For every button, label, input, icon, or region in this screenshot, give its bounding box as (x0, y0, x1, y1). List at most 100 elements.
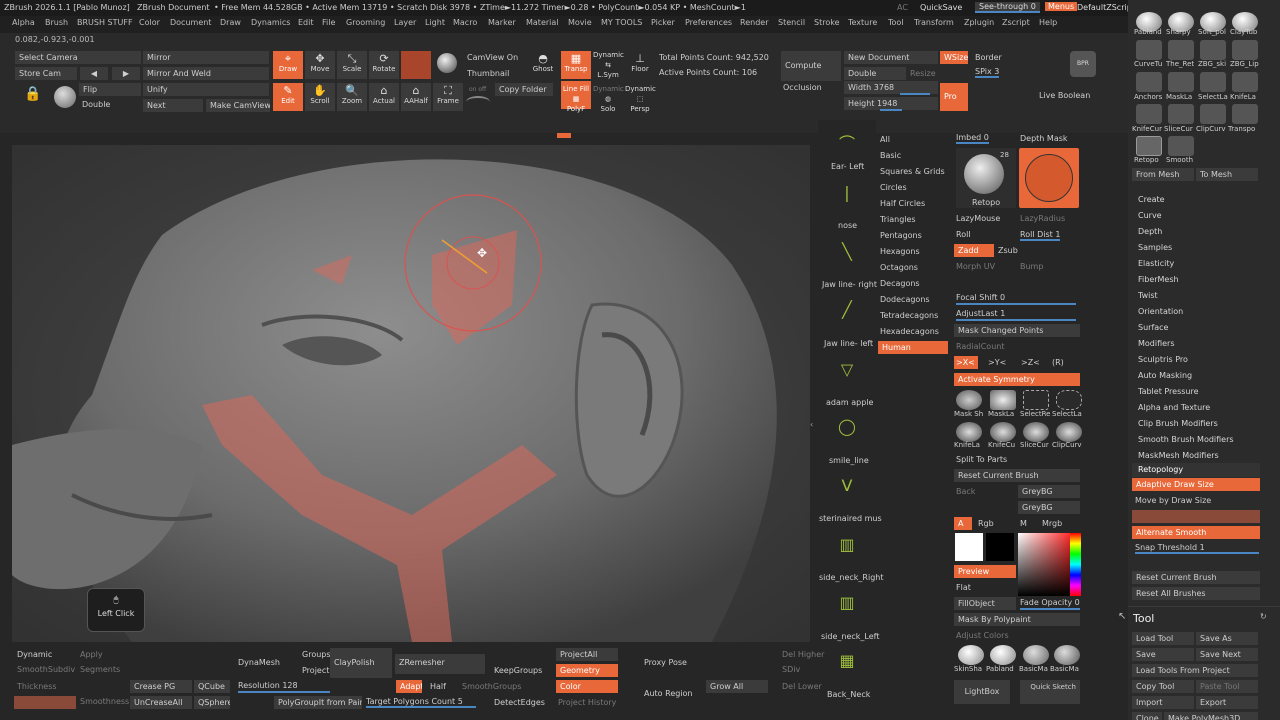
alternate-smooth-button[interactable]: Alternate Smooth (1132, 526, 1260, 539)
brush-selectlasso-icon[interactable] (1200, 72, 1226, 92)
brush-section-samples[interactable]: Samples (1138, 243, 1172, 252)
category-human[interactable]: Human (878, 341, 948, 354)
polyf-button[interactable]: Line Fill ▦ PolyF (561, 81, 591, 113)
camera-sphere-icon[interactable] (54, 86, 76, 108)
lsym-button[interactable]: Dynamic ⇆ L.Sym (593, 47, 624, 79)
symmetry-x-button[interactable]: >X< (954, 356, 978, 369)
depth-mask-button[interactable]: Depth Mask (1020, 134, 1068, 143)
default-zscript-button[interactable]: DefaultZScript (1077, 3, 1135, 12)
brush-smooth-icon[interactable] (1168, 136, 1194, 156)
edit-button[interactable]: ✎ Edit (273, 83, 303, 111)
snap-threshold-slider[interactable]: Snap Threshold 1 (1135, 543, 1205, 552)
radialcount-slider[interactable]: RadialCount (956, 342, 1004, 351)
resize-button[interactable]: Resize (910, 69, 936, 78)
make-camview-button[interactable]: Make CamView (206, 99, 270, 112)
menu-light[interactable]: Light (425, 18, 445, 27)
menu-alpha[interactable]: Alpha (12, 18, 35, 27)
menu-texture[interactable]: Texture (848, 18, 877, 27)
mask-lasso-brush-icon[interactable] (990, 390, 1016, 410)
brush-curvetube-icon[interactable] (1136, 40, 1162, 60)
collapse-arrow-icon[interactable]: ↖ (1118, 611, 1126, 622)
menu-stencil[interactable]: Stencil (778, 18, 805, 27)
floor-button[interactable]: ⊥ Floor (625, 51, 655, 79)
brush-zbg-lip-icon[interactable] (1232, 40, 1258, 60)
brush-knifelasso-icon[interactable] (1232, 72, 1258, 92)
brush-transpose-icon[interactable] (1232, 104, 1258, 124)
pabland-material-icon[interactable] (990, 645, 1016, 665)
brush-section-elasticity[interactable]: Elasticity (1138, 259, 1174, 268)
apply-button[interactable]: Apply (80, 650, 103, 659)
brush-anchors-icon[interactable] (1136, 72, 1162, 92)
refresh-icon[interactable]: ↻ (1260, 612, 1267, 621)
menu-zplugin[interactable]: Zplugin (964, 18, 994, 27)
clip-curve-brush-icon[interactable] (1056, 422, 1082, 442)
menu-grooming[interactable]: Grooming (346, 18, 385, 27)
resolution-slider[interactable]: Resolution 128 (238, 681, 298, 690)
move-button[interactable]: ✥ Move (305, 51, 335, 79)
import-button[interactable]: Import (1132, 696, 1194, 709)
category-octagons[interactable]: Octagons (880, 263, 918, 272)
del-higher-button[interactable]: Del Higher (782, 650, 824, 659)
qcube-button[interactable]: QCube (194, 680, 230, 693)
flat-button[interactable]: Flat (956, 583, 971, 592)
menu-material[interactable]: Material (526, 18, 559, 27)
brush-section-depth[interactable]: Depth (1138, 227, 1162, 236)
grow-all-button[interactable]: Grow All (706, 680, 768, 693)
wsize-button[interactable]: WSize (940, 51, 968, 64)
brush-the-ret-icon[interactable] (1168, 40, 1194, 60)
greybg-button-1[interactable]: GreyBG (1018, 485, 1080, 498)
dynamesh-button[interactable]: DynaMesh (238, 658, 280, 667)
segments-slider[interactable]: Segments (80, 665, 120, 674)
symmetry-y-button[interactable]: >Y< (988, 358, 1006, 367)
knife-lasso-brush-icon[interactable] (956, 422, 982, 442)
preview-button[interactable]: Preview (954, 565, 1016, 578)
category-triangles[interactable]: Triangles (880, 215, 916, 224)
brush-slicecurve-icon[interactable] (1168, 104, 1194, 124)
alpha-thumb-side-neck-right[interactable]: ▥ (834, 535, 860, 554)
brush-section-tablet-pressure[interactable]: Tablet Pressure (1138, 387, 1199, 396)
select-camera-button[interactable]: Select Camera (15, 51, 141, 64)
color-picker[interactable] (1018, 533, 1081, 596)
alpha-thumb-side-neck-left[interactable]: ▥ (834, 593, 860, 612)
basic-material-icon[interactable] (1023, 645, 1049, 665)
persp-button[interactable]: Dynamic ⬚ Persp (625, 81, 656, 113)
menu-picker[interactable]: Picker (651, 18, 675, 27)
menu-marker[interactable]: Marker (488, 18, 516, 27)
auto-region-button[interactable]: Auto Region (644, 689, 693, 698)
alpha-preview[interactable] (1019, 148, 1079, 208)
knife-curve-brush-icon[interactable] (990, 422, 1016, 442)
detectedges-button[interactable]: DetectEdges (494, 698, 545, 707)
brush-section-retopology[interactable]: Retopology (1132, 463, 1260, 477)
zadd-button[interactable]: Zadd (954, 244, 994, 257)
move-by-draw-size-button[interactable]: Move by Draw Size (1135, 496, 1211, 505)
menu-help[interactable]: Help (1039, 18, 1057, 27)
from-mesh-button[interactable]: From Mesh (1132, 168, 1194, 181)
symmetry-z-button[interactable]: >Z< (1021, 358, 1040, 367)
smoothgroups-slider[interactable]: SmoothGroups (462, 682, 521, 691)
category-basic[interactable]: Basic (880, 151, 901, 160)
solo-button[interactable]: Dynamic ◍ Solo (593, 81, 624, 113)
adjust-colors-button[interactable]: Adjust Colors (956, 631, 1009, 640)
compute-button[interactable]: Compute (781, 51, 841, 81)
next-button[interactable]: Next (143, 99, 203, 112)
fade-opacity-slider[interactable]: Fade Opacity 0 (1020, 598, 1080, 607)
bpr-render-icon[interactable]: BPR (1070, 51, 1096, 77)
category-dodecagons[interactable]: Dodecagons (880, 295, 930, 304)
brush-section-fibermesh[interactable]: FiberMesh (1138, 275, 1179, 284)
thumbnail-toggle[interactable]: Thumbnail (467, 69, 509, 78)
pro-button[interactable]: Pro (940, 83, 968, 111)
aahalf-button[interactable]: ⌂ AAHalf (401, 83, 431, 111)
menu-file[interactable]: File (322, 18, 335, 27)
spix-slider[interactable]: SPix 3 (975, 67, 1000, 78)
skin-shader-material-icon[interactable] (958, 645, 984, 665)
alpha-thumb-ear-left[interactable]: ⌒ (834, 130, 860, 154)
select-rect-brush-icon[interactable] (1023, 390, 1049, 410)
save-as-button[interactable]: Save As (1196, 632, 1258, 645)
menu-tool[interactable]: Tool (888, 18, 904, 27)
brush-section-curve[interactable]: Curve (1138, 211, 1162, 220)
menu-layer[interactable]: Layer (394, 18, 416, 27)
brush-preview[interactable]: 28 Retopo (956, 148, 1016, 208)
camview-on-toggle[interactable]: CamView On (467, 53, 518, 62)
back-button[interactable]: Back (956, 487, 975, 496)
groups-button[interactable]: Groups (302, 650, 331, 659)
